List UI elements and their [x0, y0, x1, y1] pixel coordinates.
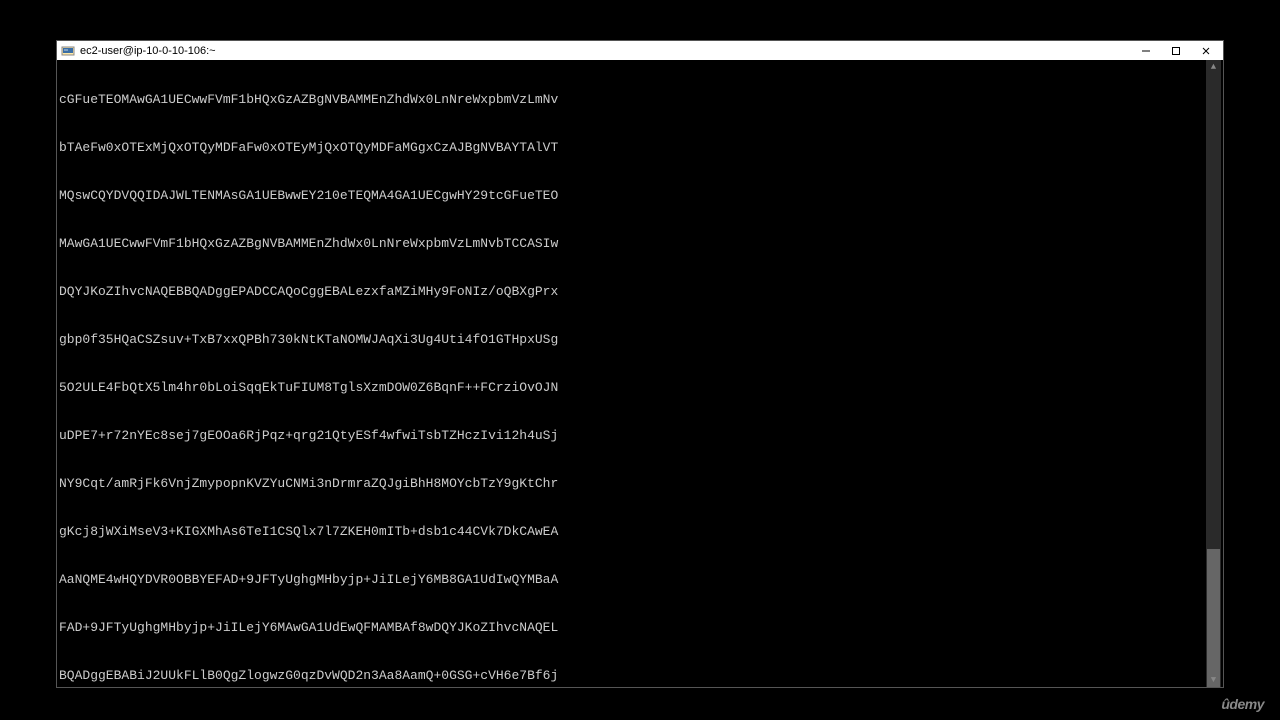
cert-line: BQADggEBABiJ2UUkFLlB0QgZlogwzG0qzDvWQD2n…: [59, 668, 1206, 684]
udemy-watermark: ûdemy: [1221, 696, 1264, 712]
window-title: ec2-user@ip-10-0-10-106:~: [80, 45, 1131, 57]
cert-line: gbp0f35HQaCSZsuv+TxB7xxQPBh730kNtKTaNOMW…: [59, 332, 1206, 348]
cert-line: AaNQME4wHQYDVR0OBBYEFAD+9JFTyUghgMHbyjp+…: [59, 572, 1206, 588]
putty-icon: [61, 44, 75, 58]
cert-line: uDPE7+r72nYEc8sej7gEOOa6RjPqz+qrg21QtyES…: [59, 428, 1206, 444]
window-controls: [1131, 41, 1221, 60]
maximize-button[interactable]: [1161, 41, 1191, 60]
scrollbar[interactable]: ▲ ▼: [1206, 60, 1221, 687]
scroll-down-icon[interactable]: ▼: [1206, 673, 1221, 687]
cert-line: DQYJKoZIhvcNAQEBBQADggEPADCCAQoCggEBALez…: [59, 284, 1206, 300]
cert-line: MQswCQYDVQQIDAJWLTENMAsGA1UEBwwEY210eTEQ…: [59, 188, 1206, 204]
cert-line: gKcj8jWXiMseV3+KIGXMhAs6TeI1CSQlx7l7ZKEH…: [59, 524, 1206, 540]
cert-line: bTAeFw0xOTExMjQxOTQyMDFaFw0xOTEyMjQxOTQy…: [59, 140, 1206, 156]
cert-line: 5O2ULE4FbQtX5lm4hr0bLoiSqqEkTuFIUM8TglsX…: [59, 380, 1206, 396]
minimize-button[interactable]: [1131, 41, 1161, 60]
terminal[interactable]: cGFueTEOMAwGA1UECwwFVmF1bHQxGzAZBgNVBAMM…: [57, 60, 1223, 687]
cert-line: FAD+9JFTyUghgMHbyjp+JiILejY6MAwGA1UdEwQF…: [59, 620, 1206, 636]
close-button[interactable]: [1191, 41, 1221, 60]
cert-line: cGFueTEOMAwGA1UECwwFVmF1bHQxGzAZBgNVBAMM…: [59, 92, 1206, 108]
putty-window: ec2-user@ip-10-0-10-106:~ cGFueTEOMAwGA1…: [56, 40, 1224, 688]
cert-line: NY9Cqt/amRjFk6VnjZmypopnKVZYuCNMi3nDrmra…: [59, 476, 1206, 492]
cert-line: MAwGA1UECwwFVmF1bHQxGzAZBgNVBAMMEnZhdWx0…: [59, 236, 1206, 252]
terminal-output: cGFueTEOMAwGA1UECwwFVmF1bHQxGzAZBgNVBAMM…: [59, 60, 1206, 687]
scroll-up-icon[interactable]: ▲: [1206, 60, 1221, 74]
scroll-thumb[interactable]: [1207, 549, 1220, 687]
titlebar[interactable]: ec2-user@ip-10-0-10-106:~: [57, 41, 1223, 60]
